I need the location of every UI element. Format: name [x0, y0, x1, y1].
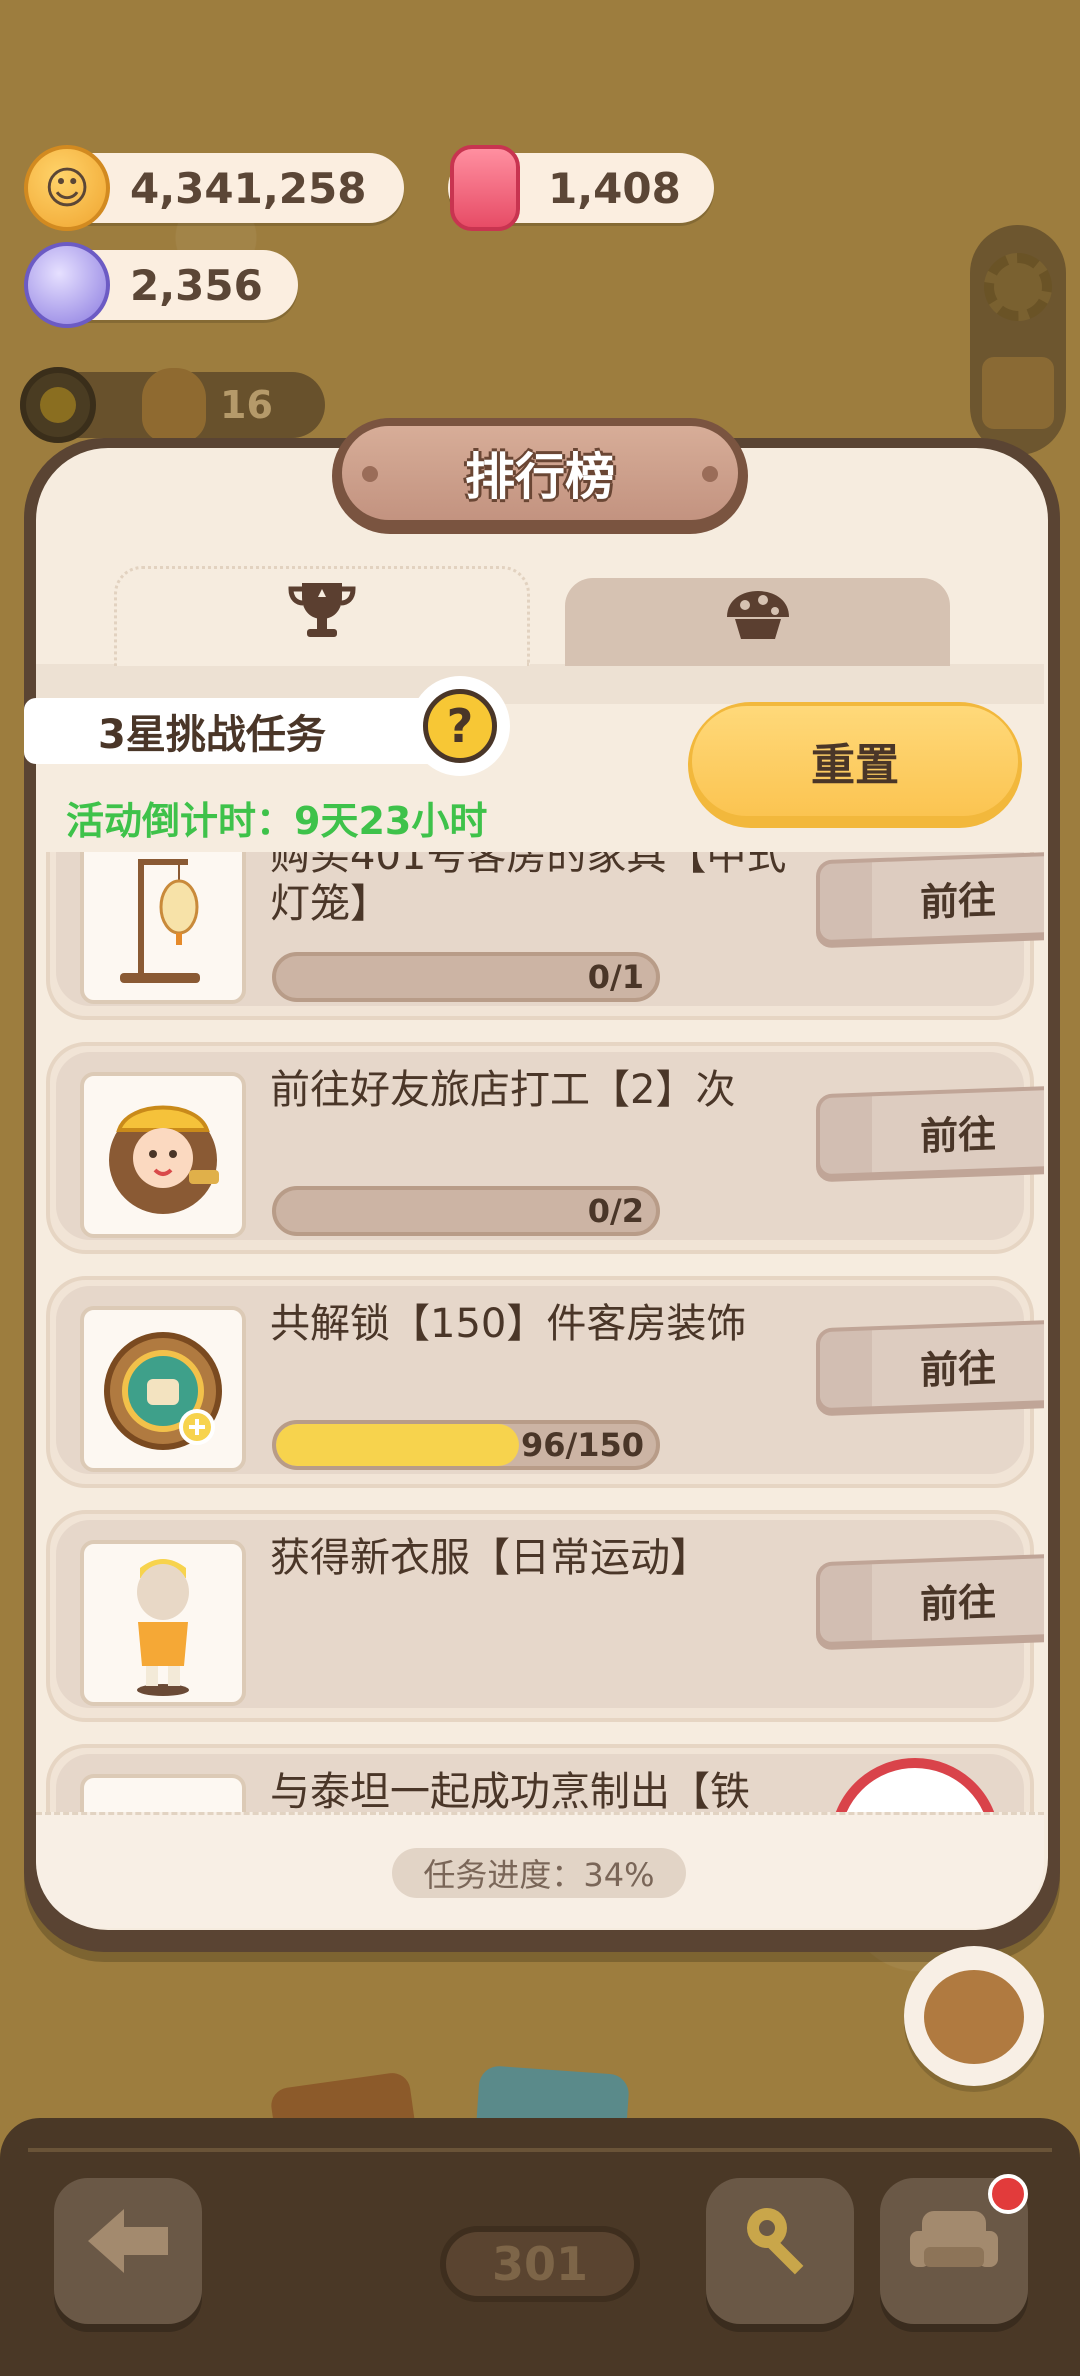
task-item: 购买401号客房的家具【中式灯笼】 0/1 前往: [46, 852, 1044, 1020]
go-button[interactable]: 前往: [816, 1553, 1044, 1651]
go-button[interactable]: 前往: [816, 1085, 1044, 1183]
notification-dot: [988, 2174, 1028, 2214]
trophy-icon: [287, 579, 357, 657]
task-list[interactable]: 购买401号客房的家具【中式灯笼】 0/1 前往 前往好友旅店打工【2】次 0/…: [36, 852, 1044, 1812]
gem-currency[interactable]: 2,356: [24, 242, 298, 328]
plaque-rivet: [702, 466, 718, 482]
reset-button[interactable]: 重置: [688, 702, 1022, 828]
lantern-icon: [80, 852, 246, 1004]
level-counter[interactable]: 16: [20, 367, 325, 443]
task-name: 获得新衣服【日常运动】: [270, 1535, 710, 1581]
go-button-label: 前往: [919, 1111, 996, 1159]
key-button[interactable]: [706, 2178, 854, 2324]
room-decoration-icon: [80, 1306, 246, 1472]
stamp-icon[interactable]: [982, 357, 1054, 429]
task-name: 前往好友旅店打工【2】次: [270, 1067, 736, 1113]
task-progress-bar: 0/2: [272, 1186, 660, 1236]
go-button-label: 前往: [919, 1345, 996, 1393]
task-name: 共解锁【150】件客房装饰: [270, 1301, 747, 1347]
gem-count: 2,356: [130, 260, 263, 310]
cookie-icon: ☺: [24, 145, 110, 231]
task-name: 购买401号客房的家具【中式灯笼】: [270, 852, 787, 927]
task-item-icon: [80, 1774, 246, 1812]
task-item: 共解锁【150】件客房装饰 96/150 前往: [46, 1276, 1044, 1488]
sun-icon: [20, 367, 96, 443]
raccoon-avatar-icon: [924, 1970, 1024, 2064]
event-countdown: 活动倒计时：9天23小时: [66, 799, 488, 843]
key-icon: [735, 2196, 825, 2306]
outfit-character-icon: [80, 1540, 246, 1706]
flower-icon[interactable]: [984, 253, 1052, 321]
go-button[interactable]: 前往: [816, 852, 1044, 949]
question-icon: ?: [423, 689, 497, 763]
go-button-label: 前往: [919, 1579, 996, 1627]
task-item: 前往好友旅店打工【2】次 0/2 前往: [46, 1042, 1044, 1254]
floor-level-badge: 301: [440, 2226, 640, 2302]
task-progress-bar: 96/150: [272, 1420, 660, 1470]
go-button[interactable]: 前往: [816, 1319, 1044, 1417]
gem-icon: [24, 242, 110, 328]
tab-mushroom[interactable]: [565, 578, 950, 666]
mushroom-icon: [723, 587, 793, 657]
tab-trophy[interactable]: [114, 566, 530, 666]
chat-bubble-button[interactable]: [904, 1946, 1044, 2086]
task-progress-text: 96/150: [520, 1426, 644, 1464]
panel-title: 排行榜: [465, 448, 615, 506]
task-progress-text: 0/1: [587, 958, 644, 996]
sofa-icon: [904, 2201, 1004, 2301]
character-face-icon: [142, 368, 206, 442]
title-plaque: 排行榜: [332, 418, 748, 534]
back-button[interactable]: [54, 2178, 202, 2324]
help-button[interactable]: ?: [410, 676, 510, 776]
task-item: 与泰坦一起成功烹制出【铁: [46, 1744, 1034, 1812]
task-name: 与泰坦一起成功烹制出【铁: [270, 1769, 750, 1812]
task-progress-fill: [276, 1424, 520, 1466]
task-item: 获得新衣服【日常运动】 前往: [46, 1510, 1044, 1722]
drink-icon: [450, 145, 520, 231]
drink-currency[interactable]: 1,408: [448, 145, 714, 231]
cookie-count: 4,341,258: [130, 163, 367, 213]
task-progress-bar: 0/1: [272, 952, 660, 1002]
reset-button-label: 重置: [811, 740, 899, 791]
worker-character-icon: [80, 1072, 246, 1238]
plaque-rivet: [362, 466, 378, 482]
side-dock: [970, 225, 1066, 455]
drink-count: 1,408: [548, 163, 681, 213]
go-button-label: 前往: [919, 877, 996, 925]
level-counter-value: 16: [220, 383, 273, 427]
overall-task-progress: 任务进度：34%: [392, 1848, 686, 1898]
cookie-currency[interactable]: ☺ 4,341,258: [24, 145, 404, 231]
back-arrow-icon: [78, 2201, 178, 2301]
task-progress-text: 0/2: [587, 1192, 644, 1230]
